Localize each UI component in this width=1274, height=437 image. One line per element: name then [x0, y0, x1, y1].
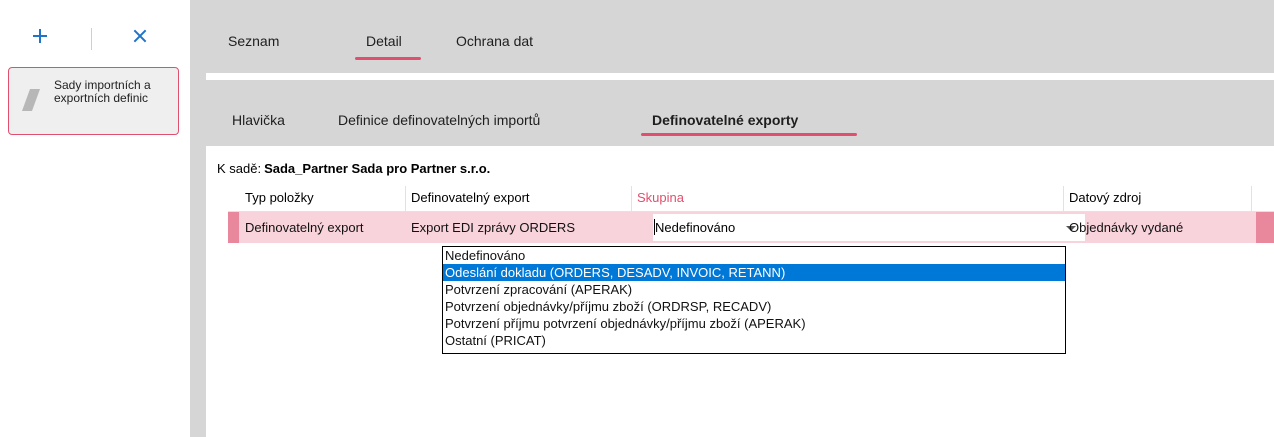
cell-export: Export EDI zprávy ORDERS [411, 220, 575, 235]
set-label: K sadě: [217, 161, 262, 176]
set-icon [24, 87, 40, 113]
skupina-combobox[interactable]: Nedefinováno [653, 214, 1085, 241]
combobox-value: Nedefinováno [655, 220, 736, 235]
close-icon[interactable] [128, 24, 152, 48]
toolbar-separator [91, 28, 92, 50]
add-icon[interactable] [28, 24, 52, 48]
column-header-typ[interactable]: Typ položky [239, 186, 405, 211]
dropdown-option[interactable]: Potvrzení objednávky/příjmu zboží (ORDRS… [443, 298, 1065, 315]
subtab-exporty-underline [641, 133, 857, 136]
right-area: Seznam Detail Ochrana dat Hlavička Defin… [190, 0, 1274, 437]
cell-typ: Definovatelný export [245, 220, 364, 235]
tab-detail[interactable]: Detail [366, 33, 402, 49]
dropdown-option[interactable]: Odeslání dokladu (ORDERS, DESADV, INVOIC… [443, 264, 1065, 281]
column-header-skupina[interactable]: Skupina [631, 186, 1063, 211]
column-separator [1251, 186, 1252, 211]
subtab-definice-importu[interactable]: Definice definovatelných importů [338, 112, 540, 128]
tab-detail-underline [355, 57, 421, 60]
subtab-bar: Hlavička Definice definovatelných import… [206, 80, 1274, 146]
skupina-dropdown-list[interactable]: Nedefinováno Odeslání dokladu (ORDERS, D… [442, 246, 1066, 354]
card-label: Sady importních a exportních definic [54, 78, 151, 105]
set-value: Sada_Partner Sada pro Partner s.r.o. [264, 161, 491, 176]
dropdown-option[interactable]: Ostatní (PRICAT) [443, 332, 1065, 349]
subtab-hlavicka[interactable]: Hlavička [232, 112, 285, 128]
dropdown-option[interactable]: Potvrzení příjmu potvrzení objednávky/př… [443, 315, 1065, 332]
tab-seznam[interactable]: Seznam [228, 33, 279, 49]
cell-zdroj: Objednávky vydané [1069, 220, 1184, 235]
table-row[interactable]: Definovatelný export Export EDI zprávy O… [228, 212, 1274, 243]
subtab-definovatelne-exporty[interactable]: Definovatelné exporty [652, 112, 798, 128]
set-info: K sadě: Sada_Partner Sada pro Partner s.r… [217, 161, 490, 176]
left-panel: Sady importních a exportních definic [0, 0, 190, 437]
import-export-sets-card[interactable]: Sady importních a exportních definic [8, 67, 179, 135]
tab-ochrana-dat[interactable]: Ochrana dat [456, 33, 533, 49]
row-indicator [228, 212, 239, 243]
column-header-export[interactable]: Definovatelný export [405, 186, 631, 211]
text-caret [654, 219, 655, 235]
dropdown-option[interactable]: Potvrzení zpracování (APERAK) [443, 281, 1065, 298]
column-header-zdroj[interactable]: Datový zdroj [1063, 186, 1251, 211]
row-end-indicator [1256, 212, 1274, 243]
dropdown-option[interactable]: Nedefinováno [443, 247, 1065, 264]
